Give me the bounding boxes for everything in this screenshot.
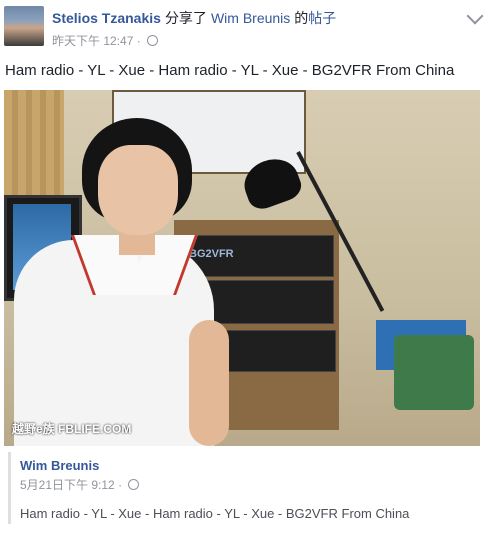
header-line: Stelios Tzanakis 分享了 Wim Breunis 的帖子 [52,8,336,28]
post-text: Ham radio - YL - Xue - Ham radio - YL - … [5,62,455,79]
shared-verb: 分享了 [164,10,207,26]
possessive: 的 [294,10,309,26]
photo-person-face [98,145,178,235]
globe-icon[interactable] [128,479,140,490]
photo-radio-1: BG2VFR [182,235,334,277]
post-kind-link[interactable]: 帖子 [308,10,336,26]
shared-post[interactable]: Wim Breunis 5月21日下午 9:12 · Ham radio - Y… [8,452,481,524]
photo-person-arm [189,320,229,446]
shared-author-name[interactable]: Wim Breunis [20,458,99,473]
globe-icon[interactable] [147,35,159,46]
shared-meta-separator: · [118,478,123,492]
target-name[interactable]: Wim Breunis [211,10,290,26]
shared-meta: 5月21日下午 9:12 · [20,476,140,493]
shared-post-text: Ham radio - YL - Xue - Ham radio - YL - … [20,506,410,521]
photo-green-equipment [394,335,474,410]
photo-watermark: 越野e族 FBLIFE.COM [12,422,132,436]
post-meta: 昨天下午 12:47 · [52,32,159,49]
chevron-down-icon[interactable] [466,7,484,25]
post-header: Stelios Tzanakis 分享了 Wim Breunis 的帖子 昨天下午 1… [0,0,487,56]
meta-separator: · [136,34,141,48]
author-name[interactable]: Stelios Tzanakis [52,10,161,26]
shared-timestamp[interactable]: 5月21日下午 9:12 [20,478,115,492]
avatar[interactable] [4,6,44,46]
photo-radio-3 [214,330,336,372]
radio-label: BG2VFR [189,248,234,260]
timestamp[interactable]: 昨天下午 12:47 [52,34,133,48]
post-photo[interactable]: BG2VFR 越野e族 FBLIFE.COM [4,90,480,446]
